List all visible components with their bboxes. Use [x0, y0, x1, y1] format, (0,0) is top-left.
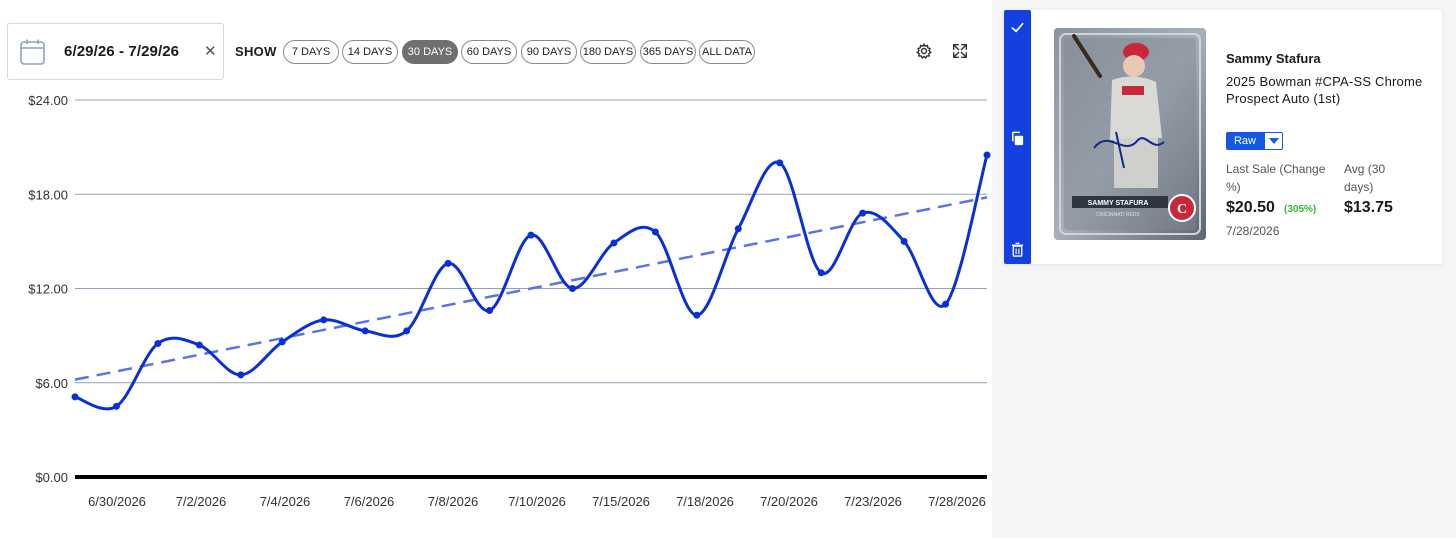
gear-icon[interactable] — [915, 42, 933, 60]
price-point — [651, 228, 659, 236]
x-tick-label: 7/28/2026 — [928, 494, 986, 509]
date-range-picker[interactable]: 6/29/26 - 7/29/26 ✕ — [7, 23, 224, 80]
range-7-days-button[interactable]: 7 DAYS — [283, 40, 339, 64]
price-point — [693, 311, 701, 319]
x-tick-label: 7/8/2026 — [428, 494, 479, 509]
card-action-bar — [1004, 10, 1031, 264]
avg-price: $13.75 — [1344, 199, 1393, 216]
price-point — [610, 239, 618, 247]
price-point — [154, 339, 162, 347]
x-tick-label: 7/10/2026 — [508, 494, 566, 509]
x-tick-label: 7/2/2026 — [176, 494, 227, 509]
copy-icon[interactable] — [1010, 131, 1025, 146]
y-tick-label: $18.00 — [28, 187, 68, 202]
price-point — [776, 159, 784, 167]
card-title: 2025 Bowman #CPA-SS Chrome Prospect Auto… — [1226, 74, 1423, 106]
card-side-panel: SAMMY STAFURA CINCINNATI REDS C Sammy St… — [992, 0, 1456, 538]
grade-label: Raw — [1226, 132, 1264, 150]
price-point — [983, 151, 991, 159]
y-tick-label: $12.00 — [28, 282, 68, 297]
show-label: SHOW — [235, 44, 277, 59]
calendar-icon — [20, 39, 45, 65]
range-90-days-button[interactable]: 90 DAYS — [521, 40, 577, 64]
date-range-value: 6/29/26 - 7/29/26 — [64, 43, 180, 60]
grade-dropdown[interactable]: Raw — [1226, 132, 1283, 150]
y-tick-label: $24.00 — [28, 93, 68, 108]
change-percent: (305%) — [1284, 204, 1317, 215]
price-point — [817, 269, 825, 277]
card-name-plate: SAMMY STAFURA — [1088, 200, 1149, 207]
price-line — [74, 154, 989, 411]
range-30-days-button[interactable]: 30 DAYS — [402, 40, 458, 64]
price-point — [403, 327, 411, 335]
price-point — [942, 300, 950, 308]
range-14-days-button[interactable]: 14 DAYS — [342, 40, 398, 64]
price-point — [237, 371, 245, 379]
price-point — [71, 393, 79, 401]
y-tick-label: $6.00 — [35, 376, 68, 391]
price-point — [195, 341, 203, 349]
trash-icon[interactable] — [1010, 242, 1025, 257]
chevron-down-icon[interactable] — [1264, 132, 1283, 150]
range-all-data-button[interactable]: ALL DATA — [699, 40, 755, 64]
chart-panel: 6/29/26 - 7/29/26 ✕ SHOW 7 DAYS 14 DAYS … — [0, 0, 992, 538]
last-sale-label: Last Sale (Change %) — [1226, 162, 1326, 194]
last-sale-price: $20.50 — [1226, 199, 1275, 216]
player-name: Sammy Stafura — [1226, 51, 1321, 66]
price-point — [568, 285, 576, 292]
price-point — [527, 231, 535, 239]
x-tick-label: 7/4/2026 — [260, 494, 311, 509]
price-point — [278, 338, 286, 346]
range-180-days-button[interactable]: 180 DAYS — [580, 40, 636, 64]
x-tick-label: 7/15/2026 — [592, 494, 650, 509]
clear-date-icon[interactable]: ✕ — [204, 42, 217, 60]
range-365-days-button[interactable]: 365 DAYS — [640, 40, 696, 64]
x-tick-label: 7/20/2026 — [760, 494, 818, 509]
y-tick-label: $0.00 — [35, 470, 68, 485]
card-detail: SAMMY STAFURA CINCINNATI REDS C Sammy St… — [1004, 10, 1442, 264]
range-60-days-button[interactable]: 60 DAYS — [461, 40, 517, 64]
sale-date: 7/28/2026 — [1226, 224, 1280, 238]
svg-text:C: C — [1177, 202, 1187, 217]
price-point — [734, 225, 742, 233]
expand-icon[interactable] — [951, 42, 969, 60]
card-image: SAMMY STAFURA CINCINNATI REDS C — [1054, 28, 1206, 240]
x-tick-label: 7/23/2026 — [844, 494, 902, 509]
price-point — [444, 259, 452, 267]
price-chart: $0.00 $6.00 $12.00 $18.00 $24.00 6/30/2026 7/2… — [28, 93, 991, 509]
price-point — [859, 209, 867, 217]
avg-label: Avg (30 days) — [1344, 162, 1386, 194]
price-point — [361, 327, 369, 335]
price-point — [320, 316, 328, 324]
x-tick-label: 7/6/2026 — [344, 494, 395, 509]
x-tick-label: 6/30/2026 — [88, 494, 146, 509]
x-tick-label: 7/18/2026 — [676, 494, 734, 509]
price-point — [900, 237, 908, 245]
price-point — [486, 306, 494, 314]
check-icon[interactable] — [1010, 20, 1025, 35]
price-point — [112, 402, 120, 410]
baseball-card-art: SAMMY STAFURA CINCINNATI REDS C — [1054, 28, 1206, 240]
card-team-text: CINCINNATI REDS — [1096, 212, 1140, 218]
